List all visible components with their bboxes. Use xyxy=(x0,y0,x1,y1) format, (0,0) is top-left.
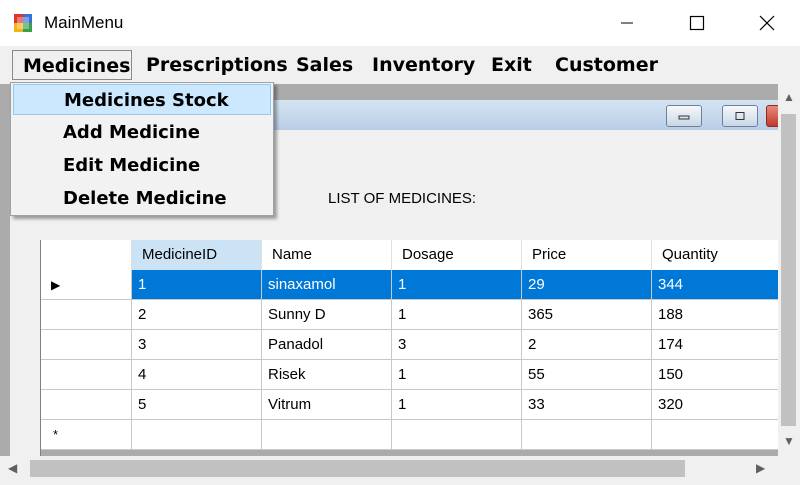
minimize-icon xyxy=(621,22,633,24)
cell-dosage[interactable]: 1 xyxy=(392,300,522,330)
cell-price[interactable]: 2 xyxy=(522,330,652,360)
menu-item-edit-medicine[interactable]: Edit Medicine xyxy=(13,150,271,181)
scroll-left-icon[interactable]: ◀ xyxy=(8,461,17,475)
cell-price[interactable]: 29 xyxy=(522,270,652,300)
new-row-indicator[interactable]: * xyxy=(41,420,132,450)
cell-dosage[interactable]: 1 xyxy=(392,390,522,420)
row-header[interactable] xyxy=(41,360,132,390)
column-header-medicineid[interactable]: MedicineID xyxy=(132,240,262,270)
menu-item-add-medicine[interactable]: Add Medicine xyxy=(13,117,271,148)
row-current-indicator[interactable]: ▶ xyxy=(41,270,132,300)
menu-inventory[interactable]: Inventory xyxy=(362,50,485,80)
menu-item-medicines-stock[interactable]: Medicines Stock xyxy=(13,84,271,115)
cell-dosage[interactable]: 3 xyxy=(392,330,522,360)
vertical-scroll-thumb[interactable] xyxy=(781,114,796,426)
close-icon xyxy=(759,15,775,31)
row-header[interactable] xyxy=(41,390,132,420)
cell-quantity[interactable]: 344 xyxy=(652,270,781,300)
window-title: MainMenu xyxy=(44,13,124,32)
maximize-button[interactable] xyxy=(662,0,732,46)
menu-exit[interactable]: Exit xyxy=(481,50,542,80)
grid-corner-header xyxy=(41,240,132,270)
cell-price[interactable]: 365 xyxy=(522,300,652,330)
app-icon xyxy=(14,14,32,32)
menu-prescriptions[interactable]: Prescriptions xyxy=(136,50,298,80)
scrollbar-corner xyxy=(778,456,800,481)
medicines-grid[interactable]: MedicineID Name Dosage Price Quantity ▶ … xyxy=(40,240,781,456)
cell-medicineid[interactable]: 2 xyxy=(132,300,262,330)
minimize-icon xyxy=(678,115,690,120)
cell-medicineid[interactable]: 3 xyxy=(132,330,262,360)
title-bar: MainMenu xyxy=(0,0,800,46)
menu-sales[interactable]: Sales xyxy=(286,50,363,80)
cell-price[interactable]: 55 xyxy=(522,360,652,390)
cell-quantity[interactable]: 188 xyxy=(652,300,781,330)
cell-name[interactable]: Sunny D xyxy=(262,300,392,330)
menu-bar: Medicines Prescriptions Sales Inventory … xyxy=(0,46,800,84)
new-row-cell[interactable] xyxy=(652,420,781,450)
scroll-down-icon[interactable]: ▼ xyxy=(783,434,795,448)
cell-dosage[interactable]: 1 xyxy=(392,270,522,300)
restore-icon xyxy=(735,112,745,120)
new-row-cell[interactable] xyxy=(392,420,522,450)
vertical-scrollbar[interactable]: ▲ ▼ xyxy=(778,84,800,456)
column-header-quantity[interactable]: Quantity xyxy=(652,240,781,270)
scroll-right-icon[interactable]: ▶ xyxy=(756,461,765,475)
cell-medicineid[interactable]: 1 xyxy=(132,270,262,300)
row-header[interactable] xyxy=(41,330,132,360)
list-caption: LIST OF MEDICINES: xyxy=(328,190,477,207)
menu-customer[interactable]: Customer xyxy=(545,50,668,80)
scroll-up-icon[interactable]: ▲ xyxy=(783,90,795,104)
medicines-dropdown-menu: Medicines Stock Add Medicine Edit Medici… xyxy=(10,82,274,216)
new-row-cell[interactable] xyxy=(262,420,392,450)
new-row-cell[interactable] xyxy=(522,420,652,450)
child-minimize-button[interactable] xyxy=(666,105,702,127)
column-header-dosage[interactable]: Dosage xyxy=(392,240,522,270)
column-header-price[interactable]: Price xyxy=(522,240,652,270)
cell-quantity[interactable]: 150 xyxy=(652,360,781,390)
cell-name[interactable]: sinaxamol xyxy=(262,270,392,300)
horizontal-scroll-thumb[interactable] xyxy=(30,460,685,477)
column-header-name[interactable]: Name xyxy=(262,240,392,270)
cell-quantity[interactable]: 320 xyxy=(652,390,781,420)
new-row-cell[interactable] xyxy=(132,420,262,450)
cell-name[interactable]: Vitrum xyxy=(262,390,392,420)
cell-name[interactable]: Risek xyxy=(262,360,392,390)
menu-medicines[interactable]: Medicines xyxy=(12,50,132,80)
close-button[interactable] xyxy=(732,0,800,46)
horizontal-scrollbar[interactable]: ◀ ▶ xyxy=(0,456,778,481)
cell-price[interactable]: 33 xyxy=(522,390,652,420)
cell-name[interactable]: Panadol xyxy=(262,330,392,360)
cell-quantity[interactable]: 174 xyxy=(652,330,781,360)
minimize-button[interactable] xyxy=(592,0,662,46)
child-restore-button[interactable] xyxy=(722,105,758,127)
cell-dosage[interactable]: 1 xyxy=(392,360,522,390)
cell-medicineid[interactable]: 4 xyxy=(132,360,262,390)
menu-item-delete-medicine[interactable]: Delete Medicine xyxy=(13,183,271,214)
cell-medicineid[interactable]: 5 xyxy=(132,390,262,420)
maximize-icon xyxy=(689,15,705,31)
row-header[interactable] xyxy=(41,300,132,330)
